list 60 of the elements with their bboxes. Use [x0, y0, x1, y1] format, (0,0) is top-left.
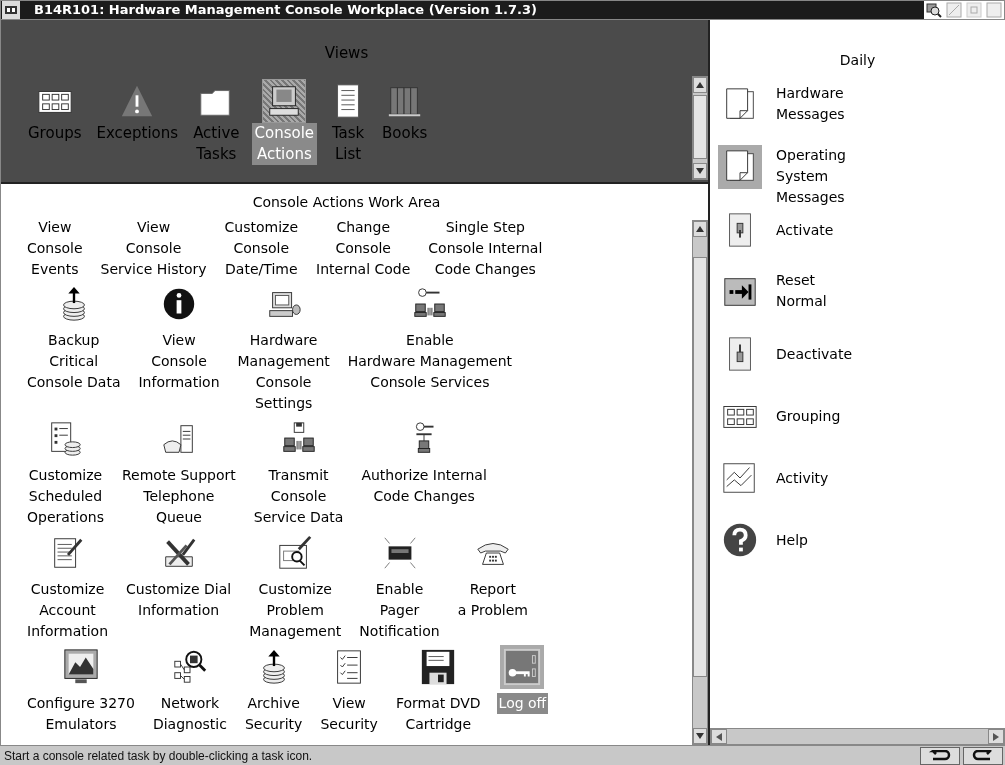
daily-task-label[interactable]: Reset Normal — [776, 270, 827, 312]
right-arrow-icon — [993, 732, 999, 741]
daily-task-label[interactable]: Help — [776, 530, 808, 551]
task-label[interactable]: Authorize Internal Code Changes — [359, 465, 489, 507]
task-label[interactable]: Customize Problem Management — [247, 579, 344, 642]
task-label[interactable]: Customize Dial Information — [124, 579, 234, 621]
task-label[interactable]: Customize Account Information — [25, 579, 111, 642]
task-label[interactable]: Customize Scheduled Operations — [25, 465, 106, 528]
up-arrow-icon — [696, 82, 704, 88]
task-label[interactable]: Report a Problem — [455, 579, 530, 621]
back-button[interactable] — [920, 746, 960, 765]
task-label[interactable]: Archive Security — [242, 693, 305, 735]
window-title: B14R101: Hardware Management Console Workplace (Version 1.7.3) — [34, 1, 537, 20]
scroll-left-button[interactable] — [711, 729, 727, 744]
scroll-down-button[interactable] — [693, 728, 707, 744]
work-area-heading: Console Actions Work Area — [252, 193, 441, 212]
window-icon[interactable] — [2, 1, 20, 19]
task-label[interactable]: Remote Support Telephone Queue — [119, 465, 238, 528]
scroll-down-button[interactable] — [693, 163, 707, 179]
vertical-scrollbar[interactable] — [692, 76, 708, 180]
task-label[interactable]: Backup Critical Console Data — [25, 330, 123, 393]
down-arrow-icon — [696, 168, 704, 174]
task-label[interactable]: Network Diagnostic — [150, 693, 229, 735]
status-text: Start a console related task by double-clicking a task icon. — [4, 747, 313, 765]
task-label[interactable]: Enable Hardware Management Console Services — [345, 330, 515, 393]
task-label[interactable]: Single Step Console Internal Code Changes — [426, 217, 545, 280]
left-arrow-icon — [716, 732, 722, 741]
daily-task-label[interactable]: Operating System Messages — [776, 145, 846, 208]
forward-button[interactable] — [963, 746, 1003, 765]
task-label[interactable]: Customize Console Date/Time — [222, 217, 301, 280]
daily-heading: Daily — [839, 51, 876, 70]
task-label[interactable]: View Console Service History — [98, 217, 209, 280]
search-icon[interactable] — [926, 2, 942, 18]
task-label[interactable]: View Console Information — [136, 330, 222, 393]
daily-task-label[interactable]: Activity — [776, 468, 829, 489]
vertical-scrollbar[interactable] — [692, 220, 708, 745]
task-label[interactable]: Configure 3270 Emulators — [25, 693, 137, 735]
back-arrow-icon — [927, 749, 953, 762]
views-heading: Views — [324, 43, 369, 64]
pages-icon[interactable] — [718, 145, 762, 189]
task-label[interactable]: Enable Pager Notification — [357, 579, 442, 642]
scroll-up-button[interactable] — [693, 221, 707, 237]
task-label[interactable]: Format DVD Cartridge — [393, 693, 483, 735]
task-label[interactable]: View Console Events — [25, 217, 85, 280]
horizontal-scrollbar[interactable] — [710, 728, 1005, 745]
task-label[interactable]: Hardware Management Console Settings — [235, 330, 332, 414]
task-label[interactable]: Transmit Console Service Data — [251, 465, 346, 528]
daily-task-label[interactable]: Grouping — [776, 406, 841, 427]
daily-task-label[interactable]: Hardware Messages — [776, 83, 845, 125]
computer-icon[interactable] — [262, 78, 307, 123]
daily-task-label[interactable]: Activate — [776, 220, 834, 241]
daily-task-label[interactable]: Deactivate — [776, 344, 852, 365]
down-arrow-icon — [696, 733, 704, 739]
up-arrow-icon — [696, 226, 704, 232]
scroll-right-button[interactable] — [988, 729, 1004, 744]
scroll-thumb[interactable] — [693, 257, 707, 677]
task-label[interactable]: Change Console Internal Code — [314, 217, 413, 280]
scroll-thumb[interactable] — [693, 95, 707, 159]
task-label[interactable]: View Security — [318, 693, 380, 735]
scroll-up-button[interactable] — [693, 77, 707, 93]
